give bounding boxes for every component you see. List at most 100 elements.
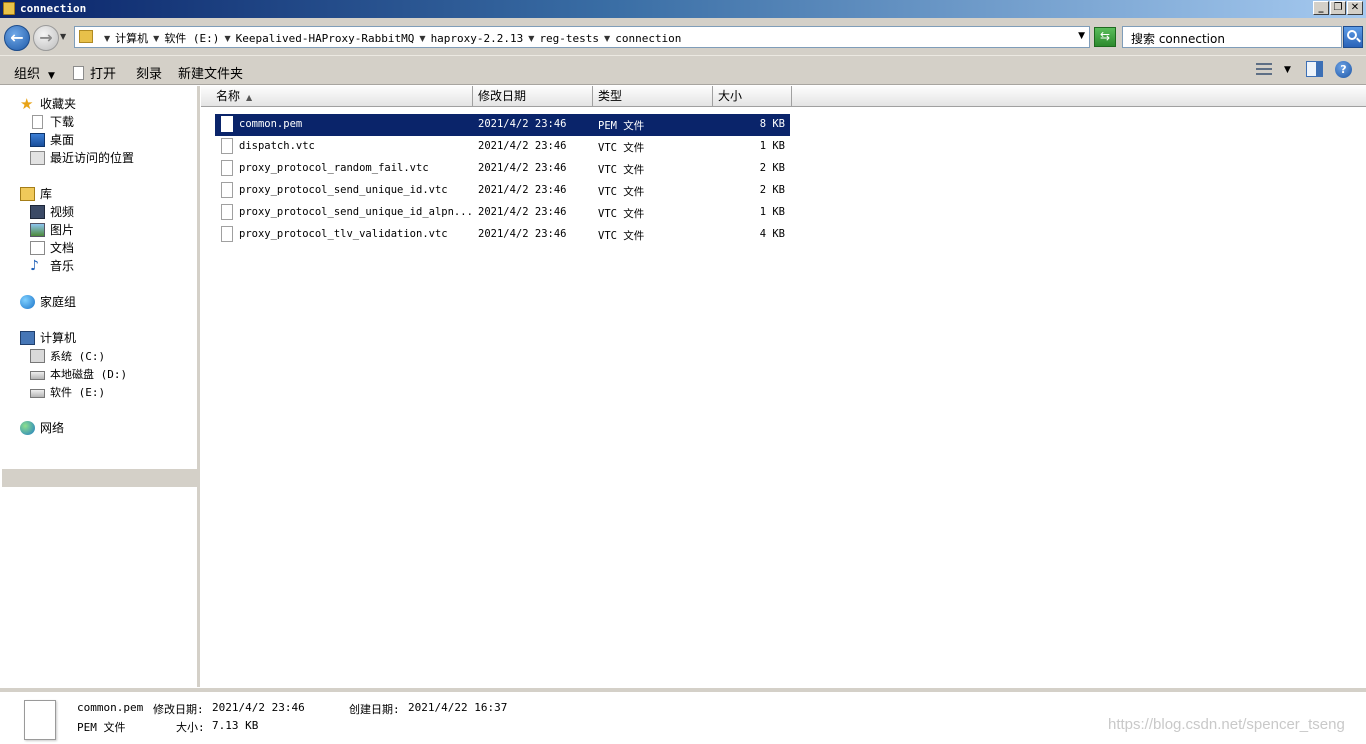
column-header-filler	[792, 86, 1366, 107]
forward-button[interactable]: →	[33, 25, 59, 51]
column-header-name[interactable]: 名称 ▲	[201, 86, 473, 107]
sidebar-item-recent-places[interactable]: 最近访问的位置	[30, 149, 134, 166]
open-label: 打开	[90, 67, 117, 82]
table-row[interactable]: common.pem 2021/4/2 23:46 PEM 文件 8 KB	[215, 114, 790, 136]
burn-button[interactable]: 刻录	[136, 63, 162, 82]
details-size-label: 大小:	[176, 721, 205, 734]
search-input[interactable]: 搜索 connection	[1122, 26, 1342, 48]
file-type: VTC 文件	[598, 208, 645, 220]
breadcrumb-item[interactable]: connection	[615, 32, 681, 45]
chevron-down-icon[interactable]: ▼	[1284, 65, 1291, 75]
chevron-down-icon[interactable]: ▼	[419, 34, 425, 43]
file-icon	[221, 138, 233, 154]
sidebar-item-music[interactable]: ♪ 音乐	[30, 257, 74, 274]
minimize-button[interactable]: _	[1313, 1, 1329, 15]
navigation-pane: ★ 收藏夹 下载 桌面 最近访问的位置 库 视频 图片 文档 ♪ 音乐 家庭组 计算…	[0, 86, 200, 687]
table-row[interactable]: proxy_protocol_tlv_validation.vtc 2021/4…	[215, 224, 790, 246]
details-file-name: common.pem	[77, 701, 144, 714]
file-type: VTC 文件	[598, 186, 645, 198]
organize-label: 组织	[14, 67, 41, 82]
chevron-down-icon[interactable]: ▼	[604, 34, 610, 43]
sidebar-item-videos[interactable]: 视频	[30, 203, 74, 220]
file-type: PEM 文件	[598, 120, 645, 132]
star-icon: ★	[20, 94, 34, 113]
table-row[interactable]: dispatch.vtc 2021/4/2 23:46 VTC 文件 1 KB	[215, 136, 790, 158]
chevron-down-icon[interactable]: ▼	[224, 34, 230, 43]
table-row[interactable]: proxy_protocol_send_unique_id.vtc 2021/4…	[215, 180, 790, 202]
new-folder-button[interactable]: 新建文件夹	[178, 63, 243, 82]
sidebar-item-homegroup[interactable]: 家庭组	[20, 293, 76, 310]
breadcrumb-item[interactable]: 计算机	[115, 30, 148, 46]
details-modified-label: 修改日期:	[153, 703, 204, 716]
document-icon	[30, 240, 45, 255]
sidebar-item-label: 文档	[50, 241, 75, 255]
file-name: dispatch.vtc	[239, 140, 315, 152]
column-header-type[interactable]: 类型	[593, 86, 713, 107]
restore-button[interactable]: ❐	[1330, 1, 1346, 15]
file-type: VTC 文件	[598, 230, 645, 242]
sidebar-item-label: 家庭组	[40, 295, 77, 309]
music-icon: ♪	[30, 257, 39, 274]
file-icon	[24, 700, 56, 740]
details-created-label: 创建日期:	[349, 703, 400, 716]
file-size: 2 KB	[759, 162, 785, 174]
open-button[interactable]: 打开	[73, 63, 116, 82]
details-size-value: 7.13 KB	[212, 719, 259, 732]
breadcrumb-item[interactable]: Keepalived-HAProxy-RabbitMQ	[236, 32, 415, 45]
file-icon	[221, 182, 233, 198]
file-date: 2021/4/2 23:46	[478, 140, 567, 152]
sidebar-item-computer[interactable]: 计算机	[20, 329, 76, 346]
sidebar-item-label: 桌面	[50, 133, 75, 147]
sidebar-item-downloads[interactable]: 下载	[30, 113, 74, 130]
sort-ascending-icon: ▲	[246, 93, 253, 102]
address-bar[interactable]: ▼ 计算机 ▼ 软件 (E:) ▼ Keepalived-HAProxy-Rab…	[74, 26, 1090, 48]
sidebar-item-label: 收藏夹	[40, 97, 77, 111]
table-row[interactable]: proxy_protocol_random_fail.vtc 2021/4/2 …	[215, 158, 790, 180]
chevron-down-icon[interactable]: ▼	[104, 34, 110, 43]
file-size: 4 KB	[759, 228, 785, 240]
drive-icon	[30, 371, 45, 380]
sidebar-item-desktop[interactable]: 桌面	[30, 131, 74, 148]
file-date: 2021/4/2 23:46	[478, 162, 567, 174]
view-options-icon[interactable]	[1256, 62, 1272, 76]
recent-pages-dropdown[interactable]: ▼	[60, 32, 66, 41]
details-modified-value: 2021/4/2 23:46	[212, 701, 305, 714]
back-button[interactable]: ←	[4, 25, 30, 51]
chevron-down-icon[interactable]: ▼	[153, 34, 159, 43]
file-name: proxy_protocol_random_fail.vtc	[239, 162, 429, 174]
column-header-size[interactable]: 大小	[713, 86, 792, 107]
sidebar-item-documents[interactable]: 文档	[30, 239, 74, 256]
watermark: https://blog.csdn.net/spencer_tseng	[1108, 716, 1345, 733]
breadcrumb-item[interactable]: haproxy-2.2.13	[431, 32, 524, 45]
sidebar-item-favorites[interactable]: ★ 收藏夹	[20, 95, 76, 112]
chevron-down-icon[interactable]: ▼	[528, 34, 534, 43]
column-header-date[interactable]: 修改日期	[473, 86, 593, 107]
preview-pane-icon[interactable]	[1306, 61, 1323, 77]
help-icon[interactable]: ?	[1335, 61, 1352, 78]
sidebar-item-pictures[interactable]: 图片	[30, 221, 74, 238]
search-button[interactable]	[1343, 26, 1363, 48]
file-icon	[221, 160, 233, 176]
file-icon	[221, 204, 233, 220]
address-dropdown[interactable]: ▼	[1078, 31, 1085, 41]
breadcrumb-item[interactable]: 软件 (E:)	[164, 30, 219, 46]
sidebar-item-drive-c[interactable]: 系统 (C:)	[30, 347, 105, 364]
organize-button[interactable]: 组织 ▼	[14, 63, 55, 82]
table-row[interactable]: proxy_protocol_send_unique_id_alpn... 20…	[215, 202, 790, 224]
sidebar-item-drive-e[interactable]: 软件 (E:)	[30, 383, 105, 400]
sidebar-item-label: 视频	[50, 205, 75, 219]
file-date: 2021/4/2 23:46	[478, 184, 567, 196]
sidebar-item-network[interactable]: 网络	[20, 419, 64, 436]
sidebar-item-drive-d[interactable]: 本地磁盘 (D:)	[30, 365, 127, 382]
file-type: VTC 文件	[598, 164, 645, 176]
details-file-type: PEM 文件	[77, 721, 126, 734]
refresh-icon: ⇆	[1099, 29, 1111, 43]
homegroup-icon	[20, 294, 35, 309]
file-name: proxy_protocol_send_unique_id.vtc	[239, 184, 448, 196]
close-button[interactable]: ✕	[1347, 1, 1363, 15]
breadcrumb-item[interactable]: reg-tests	[539, 32, 599, 45]
refresh-button[interactable]: ⇆	[1094, 27, 1116, 47]
folder-icon	[79, 30, 93, 43]
file-icon	[73, 66, 84, 80]
sidebar-item-libraries[interactable]: 库	[20, 185, 52, 202]
